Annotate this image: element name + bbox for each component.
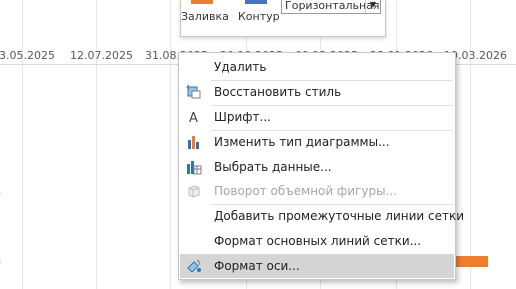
row-label: 4 — [0, 186, 1, 199]
row-label: 3 — [0, 151, 1, 164]
svg-text:A: A — [189, 111, 198, 125]
outline-button[interactable]: Контур — [238, 10, 280, 23]
menu-item-label: Удалить — [214, 60, 267, 74]
row-label: 2 — [0, 117, 1, 130]
row-label: 6 — [0, 255, 1, 268]
row-label: 1 — [0, 82, 1, 95]
menu-item-label: Изменить тип диаграммы... — [214, 135, 390, 149]
menu-item-label: Поворот объемной фигуры... — [214, 184, 397, 198]
context-menu: Удалить Восстановить стиль A Шрифт... Из… — [178, 52, 464, 280]
3d-rotation-icon — [186, 183, 202, 199]
menu-item-reset-style[interactable]: Восстановить стиль — [180, 80, 454, 104]
menu-item-select-data[interactable]: Выбрать данные... — [180, 155, 454, 179]
menu-item-change-chart-type[interactable]: Изменить тип диаграммы... — [180, 130, 454, 154]
menu-item-3d-rotation: Поворот объемной фигуры... — [180, 179, 454, 203]
menu-item-format-axis[interactable]: Формат оси... — [180, 254, 454, 278]
menu-item-format-major-gridlines[interactable]: Формат основных линий сетки... — [180, 229, 454, 253]
axis-date-label: 12.07.2025 — [70, 49, 133, 62]
fill-button[interactable]: Заливка — [181, 10, 229, 23]
reset-style-icon — [186, 84, 202, 100]
menu-item-label: Выбрать данные... — [214, 160, 332, 174]
row-label: 5 — [0, 220, 1, 233]
menu-item-label: Шрифт... — [214, 110, 271, 124]
fill-color-swatch[interactable] — [191, 0, 213, 4]
axis-date-label: 23.05.2025 — [0, 49, 55, 62]
menu-item-add-minor-gridlines[interactable]: Добавить промежуточные линии сетки — [180, 204, 464, 228]
element-select-combo[interactable]: Горизонтальная ▼ — [281, 0, 381, 14]
menu-item-label: Формат оси... — [214, 259, 300, 273]
menu-item-label: Восстановить стиль — [214, 85, 342, 99]
outline-color-swatch[interactable] — [245, 0, 267, 4]
menu-item-delete[interactable]: Удалить — [180, 55, 454, 79]
font-icon: A — [186, 109, 202, 126]
format-axis-icon — [186, 258, 202, 274]
menu-item-label: Добавить промежуточные линии сетки — [214, 209, 465, 223]
select-data-icon — [186, 159, 202, 175]
chart-type-icon — [186, 134, 202, 150]
dropdown-arrow-icon[interactable]: ▼ — [365, 0, 380, 13]
gantt-bar[interactable] — [455, 256, 488, 267]
menu-item-label: Формат основных линий сетки... — [214, 234, 422, 248]
menu-item-font[interactable]: A Шрифт... — [180, 105, 454, 129]
mini-toolbar: Заливка Контур Горизонтальная ▼ — [180, 0, 386, 37]
